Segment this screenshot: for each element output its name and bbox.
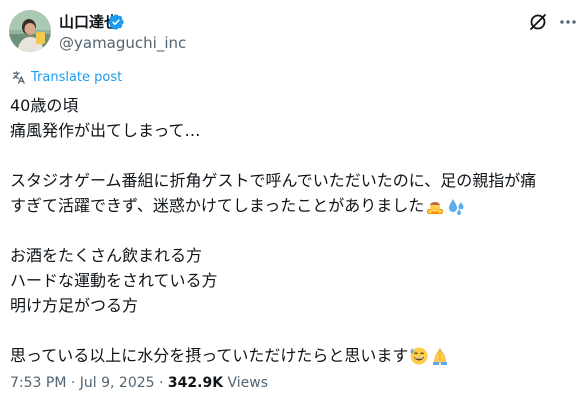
more-options-button[interactable]: [558, 12, 578, 32]
more-icon: [560, 20, 576, 24]
grinning-sweat-emoji-icon: [410, 347, 428, 364]
post-card: 山口達也 @yamaguchi_inc Translate post 40歳の頃…: [0, 0, 587, 401]
views-label: Views: [227, 375, 269, 391]
post-line-text: 思っている以上に水分を摂っていただけたらと思います: [10, 346, 409, 365]
folded-hands-emoji-icon: [433, 347, 448, 365]
verified-badge-icon: [108, 14, 124, 30]
meta-separator: ·: [159, 375, 164, 391]
translate-post-label: Translate post: [31, 69, 123, 85]
post-line-text: すぎて活躍できず、迷惑かけてしまったことがありました: [10, 196, 425, 215]
translate-icon: [12, 70, 25, 84]
post-line: ハードな運動をされている方: [10, 271, 218, 290]
post-text: 40歳の頃 痛風発作が出てしまって… スタジオゲーム番組に折角ゲストで呼んでいた…: [10, 93, 582, 368]
author-handle[interactable]: @yamaguchi_inc: [59, 34, 186, 52]
grok-icon: [530, 14, 546, 30]
post-date: Jul 9, 2025: [79, 375, 155, 391]
post-timestamp-link[interactable]: 7:53 PM · Jul 9, 2025: [10, 375, 155, 391]
post-line: 痛風発作が出てしまって…: [10, 121, 201, 140]
post-time: 7:53 PM: [10, 375, 67, 391]
views-count[interactable]: 342.9K: [168, 375, 223, 391]
meta-separator: ·: [70, 375, 76, 391]
grok-button[interactable]: [528, 12, 548, 32]
bowing-person-emoji-icon: [427, 201, 444, 214]
post-line-with-emoji: すぎて活躍できず、迷惑かけてしまったことがありました: [10, 193, 582, 218]
sweat-droplets-emoji-icon: [449, 198, 464, 215]
profile-photo-icon: [9, 10, 51, 52]
translate-post-link[interactable]: Translate post: [11, 68, 122, 86]
post-line: 40歳の頃: [10, 96, 79, 115]
post-line: スタジオゲーム番組に折角ゲストで呼んでいただいたのに、足の親指が痛: [10, 171, 537, 190]
post-line-with-emoji: 思っている以上に水分を摂っていただけたらと思います: [10, 343, 582, 368]
post-meta: 7:53 PM · Jul 9, 2025 · 342.9K Views: [10, 374, 268, 392]
avatar[interactable]: [9, 10, 51, 52]
post-line: 明け方足がつる方: [10, 296, 139, 315]
post-line: お酒をたくさん飲まれる方: [10, 246, 203, 265]
